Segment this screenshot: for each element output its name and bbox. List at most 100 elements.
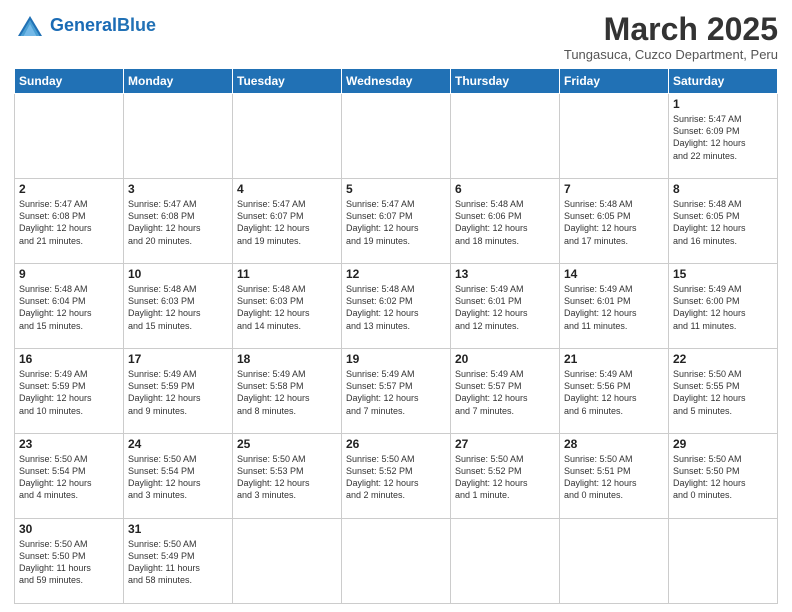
day-number: 4 — [237, 182, 337, 196]
day-number: 2 — [19, 182, 119, 196]
day-info: Sunrise: 5:50 AM Sunset: 5:51 PM Dayligh… — [564, 453, 664, 502]
calendar-cell — [560, 94, 669, 179]
calendar-cell: 16 Sunrise: 5:49 AM Sunset: 5:59 PM Dayli… — [15, 349, 124, 434]
calendar-cell: 23 Sunrise: 5:50 AM Sunset: 5:54 PM Dayli… — [15, 434, 124, 519]
subtitle: Tungasuca, Cuzco Department, Peru — [564, 47, 778, 62]
day-info: Sunrise: 5:49 AM Sunset: 5:59 PM Dayligh… — [128, 368, 228, 417]
day-number: 1 — [673, 97, 773, 111]
calendar-cell: 1Sunrise: 5:47 AM Sunset: 6:09 PM Daylig… — [669, 94, 778, 179]
day-info: Sunrise: 5:48 AM Sunset: 6:06 PM Dayligh… — [455, 198, 555, 247]
day-number: 9 — [19, 267, 119, 281]
day-number: 30 — [19, 522, 119, 536]
day-info: Sunrise: 5:50 AM Sunset: 5:54 PM Dayligh… — [128, 453, 228, 502]
day-number: 25 — [237, 437, 337, 451]
day-info: Sunrise: 5:50 AM Sunset: 5:50 PM Dayligh… — [673, 453, 773, 502]
day-number: 3 — [128, 182, 228, 196]
day-number: 18 — [237, 352, 337, 366]
logo-text: GeneralBlue — [50, 16, 156, 36]
day-info: Sunrise: 5:48 AM Sunset: 6:04 PM Dayligh… — [19, 283, 119, 332]
calendar-cell: 22 Sunrise: 5:50 AM Sunset: 5:55 PM Dayli… — [669, 349, 778, 434]
day-info: Sunrise: 5:48 AM Sunset: 6:05 PM Dayligh… — [564, 198, 664, 247]
calendar-cell — [560, 519, 669, 604]
calendar-cell: 17 Sunrise: 5:49 AM Sunset: 5:59 PM Dayli… — [124, 349, 233, 434]
day-number: 12 — [346, 267, 446, 281]
day-info: Sunrise: 5:50 AM Sunset: 5:53 PM Dayligh… — [237, 453, 337, 502]
day-number: 31 — [128, 522, 228, 536]
day-info: Sunrise: 5:49 AM Sunset: 5:57 PM Dayligh… — [346, 368, 446, 417]
day-info: Sunrise: 5:50 AM Sunset: 5:49 PM Dayligh… — [128, 538, 228, 587]
day-info: Sunrise: 5:47 AM Sunset: 6:07 PM Dayligh… — [237, 198, 337, 247]
calendar-cell: 28 Sunrise: 5:50 AM Sunset: 5:51 PM Dayli… — [560, 434, 669, 519]
day-info: Sunrise: 5:49 AM Sunset: 5:59 PM Dayligh… — [19, 368, 119, 417]
calendar-cell: 27 Sunrise: 5:50 AM Sunset: 5:52 PM Dayli… — [451, 434, 560, 519]
day-number: 24 — [128, 437, 228, 451]
calendar-cell: 6 Sunrise: 5:48 AM Sunset: 6:06 PM Daylig… — [451, 179, 560, 264]
calendar-cell — [451, 519, 560, 604]
day-info: Sunrise: 5:47 AM Sunset: 6:07 PM Dayligh… — [346, 198, 446, 247]
calendar-cell: 13 Sunrise: 5:49 AM Sunset: 6:01 PM Dayli… — [451, 264, 560, 349]
day-number: 14 — [564, 267, 664, 281]
calendar-cell: 25 Sunrise: 5:50 AM Sunset: 5:53 PM Dayli… — [233, 434, 342, 519]
calendar-cell — [124, 94, 233, 179]
calendar-cell — [342, 94, 451, 179]
day-number: 19 — [346, 352, 446, 366]
calendar-cell: 21Sunrise: 5:49 AM Sunset: 5:56 PM Dayli… — [560, 349, 669, 434]
calendar-cell: 15Sunrise: 5:49 AM Sunset: 6:00 PM Dayli… — [669, 264, 778, 349]
calendar-cell — [669, 519, 778, 604]
calendar-cell: 30 Sunrise: 5:50 AM Sunset: 5:50 PM Dayli… — [15, 519, 124, 604]
day-number: 22 — [673, 352, 773, 366]
day-number: 26 — [346, 437, 446, 451]
day-info: Sunrise: 5:48 AM Sunset: 6:03 PM Dayligh… — [128, 283, 228, 332]
day-number: 28 — [564, 437, 664, 451]
day-number: 23 — [19, 437, 119, 451]
calendar-cell: 29Sunrise: 5:50 AM Sunset: 5:50 PM Dayli… — [669, 434, 778, 519]
calendar-cell: 11Sunrise: 5:48 AM Sunset: 6:03 PM Dayli… — [233, 264, 342, 349]
day-info: Sunrise: 5:47 AM Sunset: 6:08 PM Dayligh… — [128, 198, 228, 247]
day-info: Sunrise: 5:49 AM Sunset: 6:00 PM Dayligh… — [673, 283, 773, 332]
day-info: Sunrise: 5:48 AM Sunset: 6:05 PM Dayligh… — [673, 198, 773, 247]
weekday-header-row: Sunday Monday Tuesday Wednesday Thursday… — [15, 69, 778, 94]
logo: GeneralBlue — [14, 12, 156, 40]
day-info: Sunrise: 5:49 AM Sunset: 6:01 PM Dayligh… — [564, 283, 664, 332]
day-info: Sunrise: 5:49 AM Sunset: 6:01 PM Dayligh… — [455, 283, 555, 332]
day-number: 8 — [673, 182, 773, 196]
calendar-cell: 4 Sunrise: 5:47 AM Sunset: 6:07 PM Daylig… — [233, 179, 342, 264]
day-info: Sunrise: 5:48 AM Sunset: 6:02 PM Dayligh… — [346, 283, 446, 332]
day-info: Sunrise: 5:49 AM Sunset: 5:57 PM Dayligh… — [455, 368, 555, 417]
header-thursday: Thursday — [451, 69, 560, 94]
day-number: 13 — [455, 267, 555, 281]
calendar-cell: 9 Sunrise: 5:48 AM Sunset: 6:04 PM Daylig… — [15, 264, 124, 349]
day-number: 7 — [564, 182, 664, 196]
month-title: March 2025 — [564, 12, 778, 47]
day-info: Sunrise: 5:47 AM Sunset: 6:08 PM Dayligh… — [19, 198, 119, 247]
calendar-cell — [342, 519, 451, 604]
day-info: Sunrise: 5:50 AM Sunset: 5:55 PM Dayligh… — [673, 368, 773, 417]
day-number: 10 — [128, 267, 228, 281]
title-block: March 2025 Tungasuca, Cuzco Department, … — [564, 12, 778, 62]
header-tuesday: Tuesday — [233, 69, 342, 94]
calendar-cell — [233, 94, 342, 179]
calendar-cell: 20 Sunrise: 5:49 AM Sunset: 5:57 PM Dayli… — [451, 349, 560, 434]
day-number: 6 — [455, 182, 555, 196]
day-number: 27 — [455, 437, 555, 451]
day-info: Sunrise: 5:50 AM Sunset: 5:52 PM Dayligh… — [346, 453, 446, 502]
day-number: 17 — [128, 352, 228, 366]
header-wednesday: Wednesday — [342, 69, 451, 94]
header-saturday: Saturday — [669, 69, 778, 94]
day-info: Sunrise: 5:50 AM Sunset: 5:52 PM Dayligh… — [455, 453, 555, 502]
header-friday: Friday — [560, 69, 669, 94]
calendar-cell: 10 Sunrise: 5:48 AM Sunset: 6:03 PM Dayli… — [124, 264, 233, 349]
day-number: 11 — [237, 267, 337, 281]
day-number: 16 — [19, 352, 119, 366]
calendar-cell: 3 Sunrise: 5:47 AM Sunset: 6:08 PM Daylig… — [124, 179, 233, 264]
day-number: 20 — [455, 352, 555, 366]
logo-icon — [14, 12, 46, 40]
day-number: 5 — [346, 182, 446, 196]
calendar-cell: 2 Sunrise: 5:47 AM Sunset: 6:08 PM Daylig… — [15, 179, 124, 264]
calendar-cell — [233, 519, 342, 604]
day-info: Sunrise: 5:50 AM Sunset: 5:50 PM Dayligh… — [19, 538, 119, 587]
header: GeneralBlue March 2025 Tungasuca, Cuzco … — [14, 12, 778, 62]
page: GeneralBlue March 2025 Tungasuca, Cuzco … — [0, 0, 792, 612]
calendar-cell: 24 Sunrise: 5:50 AM Sunset: 5:54 PM Dayli… — [124, 434, 233, 519]
day-info: Sunrise: 5:50 AM Sunset: 5:54 PM Dayligh… — [19, 453, 119, 502]
